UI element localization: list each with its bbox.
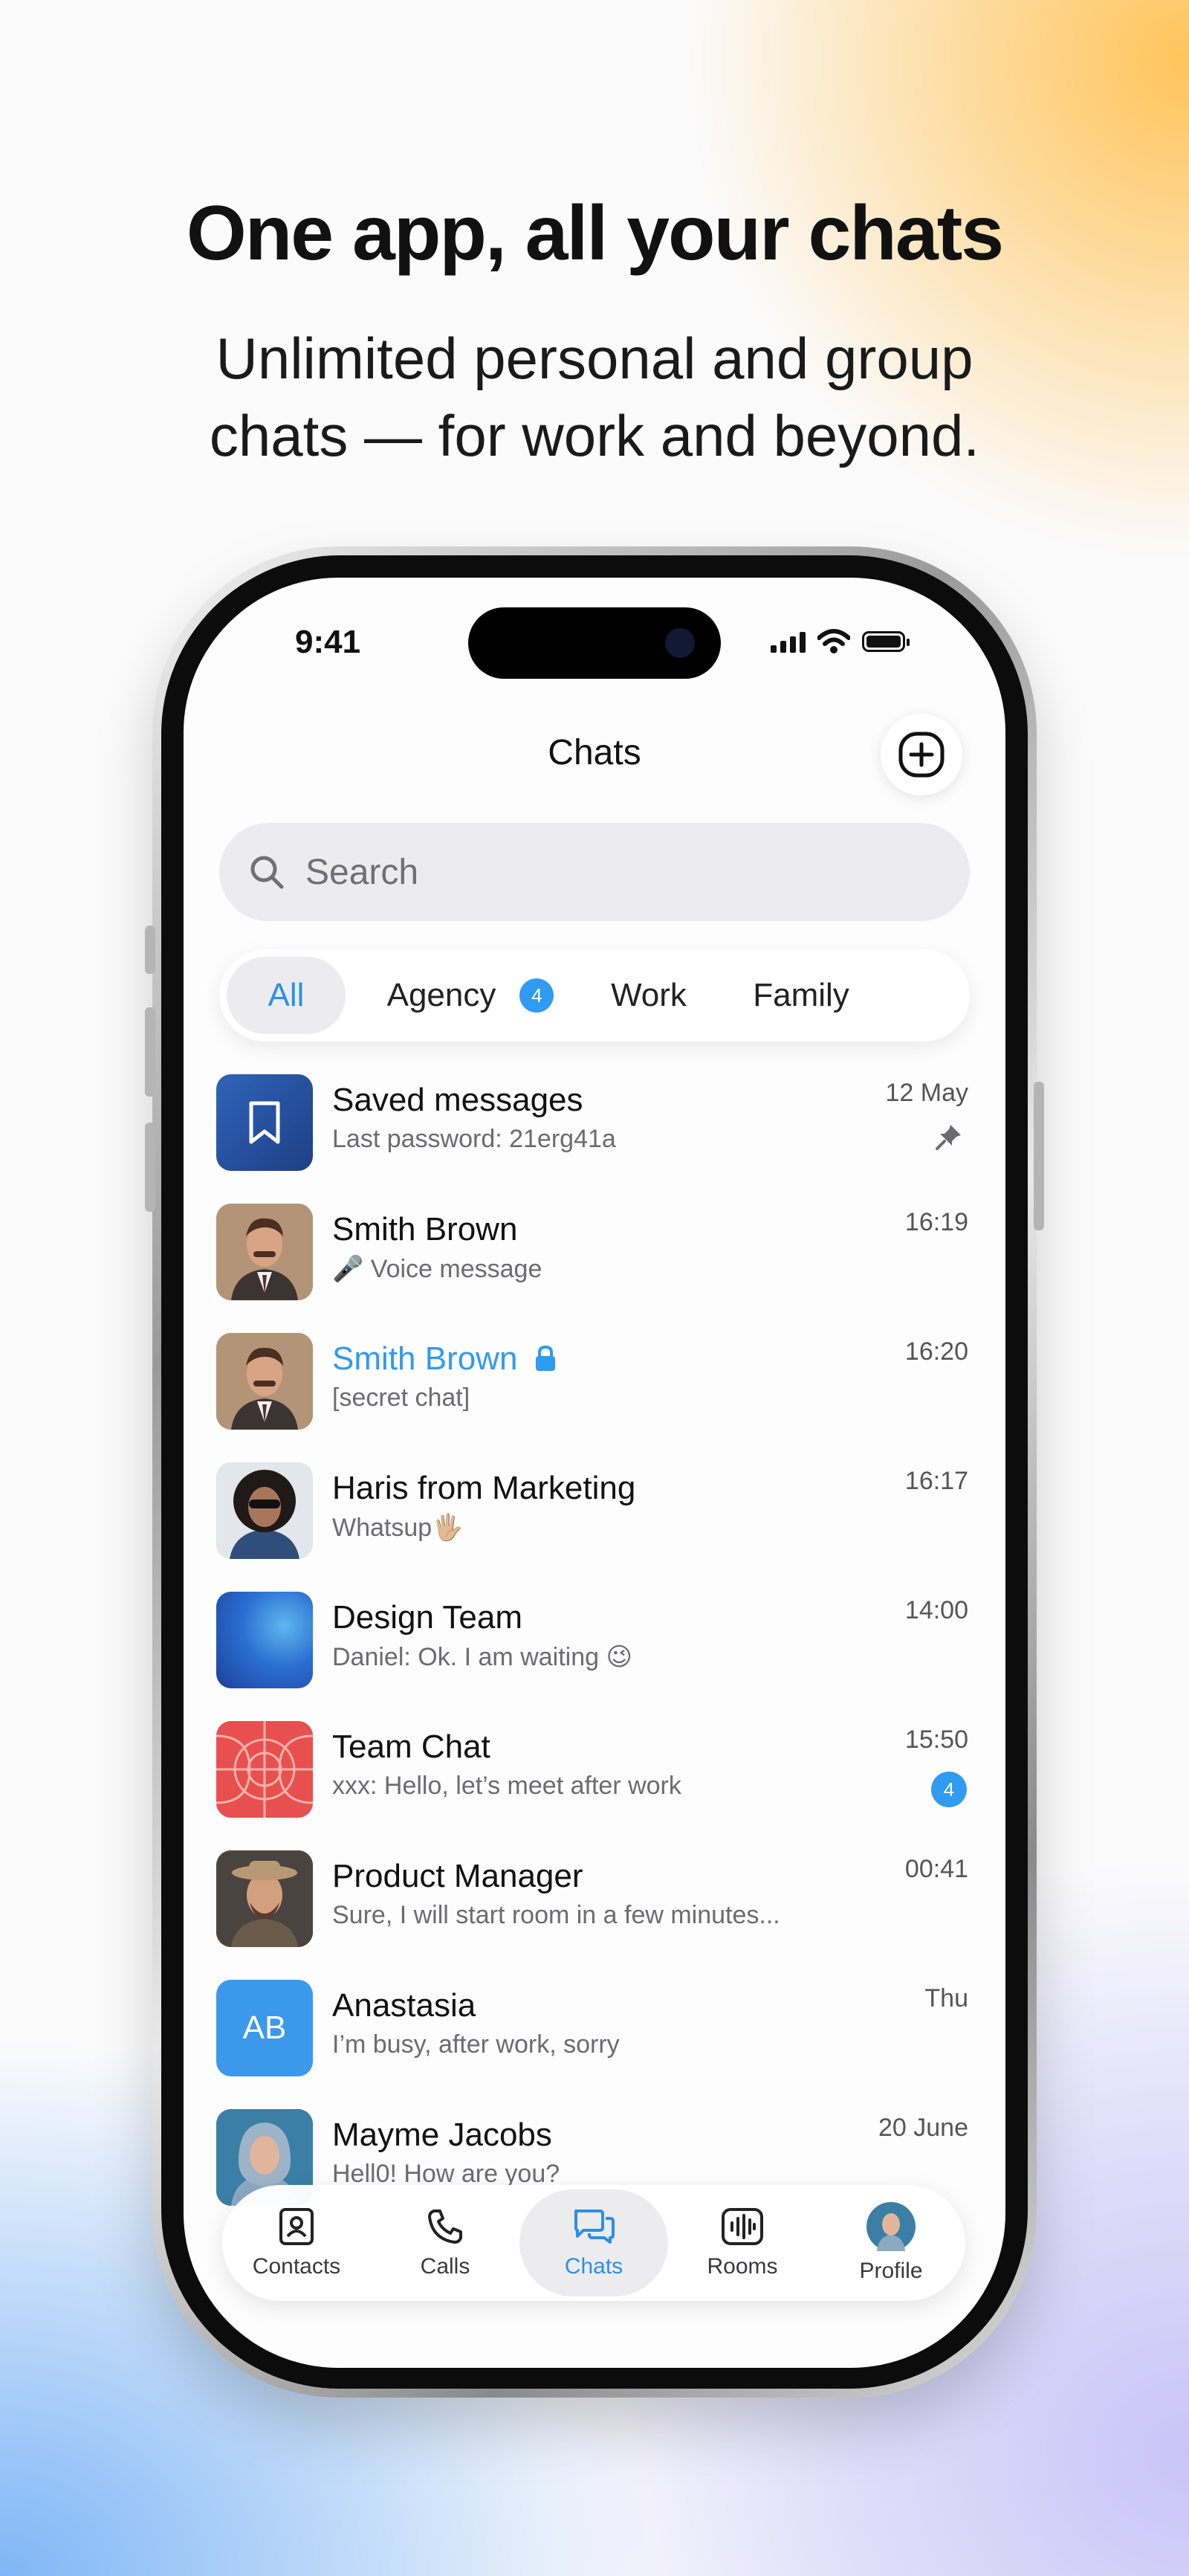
chat-row-smith-brown[interactable]: Smith Brown 🎤 Voice message 16:19 [184,1198,1005,1327]
chat-row-product-manager[interactable]: Product Manager Sure, I will start room … [184,1844,1005,1974]
chat-time: 16:17 [904,1467,968,1495]
chat-name: Product Manager [332,1858,583,1894]
person-photo [216,1333,313,1430]
search-icon [250,856,284,889]
filter-tabs: All Agency 4 Work Family [219,949,970,1042]
filter-tab-all[interactable]: All [227,957,346,1034]
person-photo [216,1850,313,1947]
battery-icon [862,631,910,652]
chat-time: Thu [924,1984,968,2012]
filter-label: Family [753,977,849,1013]
chat-preview: Whatsup🖐🏼 [332,1514,464,1542]
filter-tab-family[interactable]: Family [716,957,887,1034]
phone-screen: 9:41 Chats All Agency 4 W [184,578,1005,2368]
chat-bubbles-icon [574,2209,615,2244]
lock-icon [535,1345,555,1371]
pin-icon [936,1125,961,1150]
chat-preview: 🎤 Voice message [332,1255,542,1283]
volume-up-button [145,1007,155,1097]
chat-name: Haris from Marketing [332,1470,636,1506]
tab-chats[interactable]: Chats [519,2189,668,2296]
chat-name: Anastasia [332,1987,476,2024]
filter-tab-work[interactable]: Work [582,957,716,1034]
avatar [216,1333,313,1430]
filter-label: Work [611,977,687,1013]
person-photo [216,1204,313,1300]
chat-name: Smith Brown [332,1340,560,1378]
tab-calls[interactable]: Calls [371,2189,519,2296]
tab-label: Contacts [252,2254,341,2279]
volume-down-button [145,1123,155,1212]
filter-label: All [268,977,305,1013]
tab-rooms[interactable]: Rooms [668,2189,817,2296]
tab-label: Chats [564,2254,623,2279]
tab-label: Profile [859,2259,923,2283]
unread-badge: 4 [931,1772,967,1807]
chat-preview: Last password: 21erg41a [332,1125,616,1153]
filter-label: Agency [386,977,496,1013]
chat-name: Design Team [332,1599,522,1636]
chat-time: 16:19 [904,1208,968,1236]
new-chat-button[interactable] [881,714,962,795]
chat-preview: [secret chat] [332,1384,470,1412]
chat-row-anastasia[interactable]: AB Anastasia I’m busy, after work, sorry… [184,1974,1005,2103]
status-icons [771,627,910,656]
avatar [216,1850,313,1947]
action-button [145,926,155,974]
search-input[interactable] [304,850,901,894]
tab-label: Rooms [707,2254,778,2279]
chat-row-haris[interactable]: Haris from Marketing Whatsup🖐🏼 16:17 [184,1456,1005,1586]
chat-name: Team Chat [332,1728,490,1765]
power-button [1034,1082,1044,1230]
marketing-headline: One app, all your chats [186,190,1004,277]
chat-time: 16:20 [904,1337,968,1366]
avatar: AB [216,1980,313,2076]
tab-bar: Contacts Calls Chats Rooms Profile [222,2185,965,2301]
signal-icon [771,630,806,653]
chat-time: 20 June [878,2114,968,2142]
phone-icon [428,2209,462,2244]
chat-preview: I’m busy, after work, sorry [332,2030,620,2059]
person-photo [216,1462,313,1559]
pattern-image [216,1721,313,1818]
chat-row-team-chat[interactable]: Team Chat xxx: Hello, let’s meet after w… [184,1715,1005,1844]
chat-name-text: Smith Brown [332,1340,518,1377]
search-bar[interactable] [219,823,970,921]
chat-list: Saved messages Last password: 21erg41a 1… [184,1068,1005,2233]
chat-preview: xxx: Hello, let’s meet after work [332,1772,681,1800]
chat-preview: Sure, I will start room in a few minutes… [332,1901,780,1929]
chat-row-smith-brown-secret[interactable]: Smith Brown [secret chat] 16:20 [184,1327,1005,1456]
audio-waves-icon [722,2208,763,2245]
tab-contacts[interactable]: Contacts [222,2189,371,2296]
chat-row-design-team[interactable]: Design Team Daniel: Ok. I am waiting 😉 1… [184,1586,1005,1715]
status-time: 9:41 [295,624,361,660]
chat-row-saved-messages[interactable]: Saved messages Last password: 21erg41a 1… [184,1068,1005,1198]
chat-preview: Daniel: Ok. I am waiting 😉 [332,1643,632,1671]
marketing-subhead: Unlimited personal and group chats — for… [209,326,980,468]
tab-profile[interactable]: Profile [817,2189,965,2296]
avatar [216,1074,313,1171]
filter-count-badge: 4 [519,978,554,1013]
chat-name: Smith Brown [332,1211,518,1247]
camera-icon [665,628,695,658]
avatar-initials: AB [216,1980,313,2076]
bookmark-icon [249,1101,280,1144]
chat-name: Saved messages [332,1082,583,1118]
chat-time: 14:00 [904,1596,968,1624]
filter-tab-agency[interactable]: Agency 4 [359,957,582,1034]
avatar [216,1721,313,1818]
chat-time: 00:41 [904,1855,968,1883]
plus-circle-icon [898,732,945,778]
contacts-icon [279,2208,314,2245]
chat-name: Mayme Jacobs [332,2117,552,2153]
chat-time: 12 May [885,1079,969,1107]
chat-time: 15:50 [904,1726,968,1754]
wifi-icon [817,629,850,653]
avatar [216,1592,313,1688]
tab-label: Calls [420,2254,470,2279]
avatar [216,1204,313,1300]
avatar [866,2202,916,2251]
avatar [216,1462,313,1559]
